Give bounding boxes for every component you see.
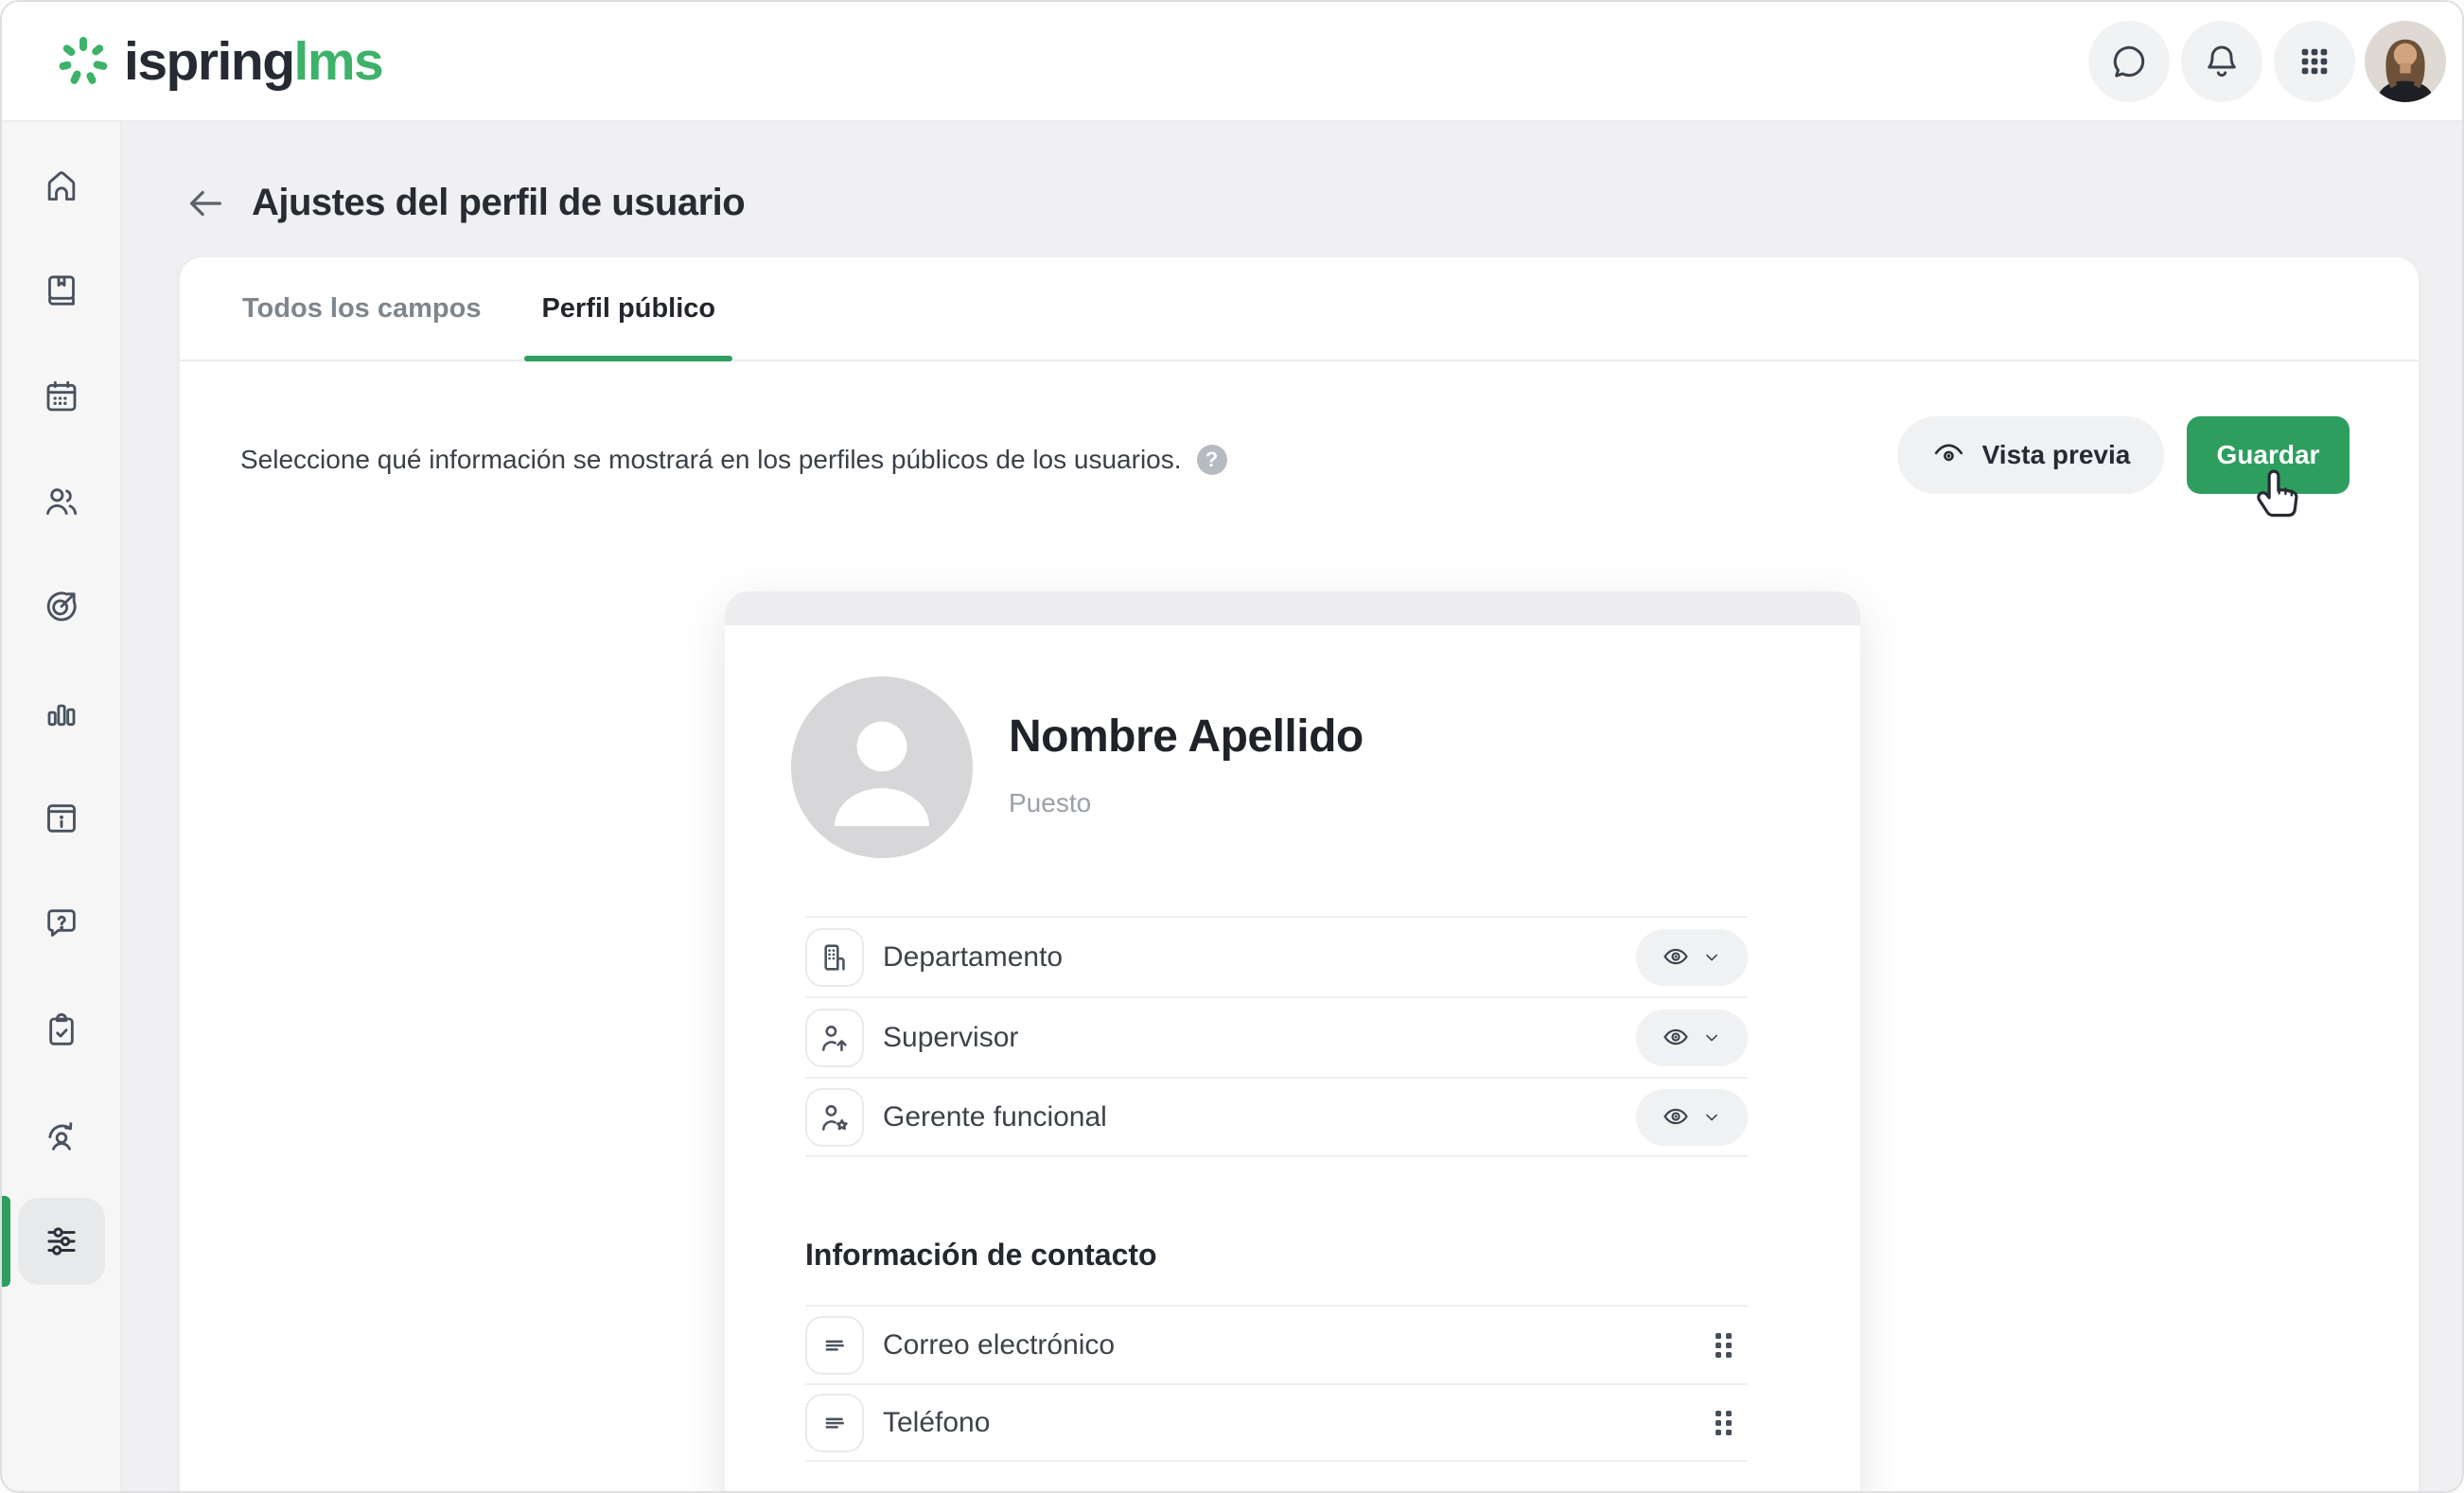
- eye-preview-icon: [1931, 438, 1965, 472]
- text-lines-icon: [805, 1394, 864, 1452]
- sidebar-item-home[interactable]: [43, 167, 80, 204]
- eye-icon: [1662, 1103, 1690, 1132]
- description-text: Seleccione qué información se mostrará e…: [240, 445, 1182, 475]
- field-label: Departamento: [883, 941, 1063, 974]
- eye-icon: [1662, 943, 1690, 972]
- book-icon: [43, 272, 80, 309]
- person-arrow-up-icon: [805, 1009, 864, 1067]
- profile-card-header-strip: [725, 591, 1860, 625]
- drag-handle[interactable]: [1712, 1328, 1736, 1362]
- save-button[interactable]: Guardar: [2187, 416, 2350, 494]
- user-avatar[interactable]: [2365, 21, 2446, 102]
- visibility-dropdown[interactable]: [1636, 929, 1748, 986]
- field-row-correo: Correo electrónico: [805, 1305, 1748, 1383]
- building-icon: [805, 928, 864, 987]
- field-row-gerente-funcional: Gerente funcional: [805, 1077, 1748, 1157]
- sidebar-item-calendar[interactable]: [43, 378, 80, 415]
- page-title: Ajustes del perfil de usuario: [252, 182, 745, 224]
- back-button[interactable]: [184, 182, 227, 225]
- field-label: Gerente funcional: [883, 1101, 1107, 1133]
- chevron-down-icon: [1701, 1107, 1722, 1128]
- brand-product: lms: [294, 31, 383, 92]
- home-icon: [43, 167, 80, 204]
- profile-preview-card: Nombre Apellido Puesto Departamento: [725, 591, 1860, 1493]
- text-lines-icon: [805, 1316, 864, 1375]
- person-sync-icon: [43, 1116, 80, 1154]
- clipboard-check-icon: [43, 1011, 80, 1049]
- bar-chart-icon: [43, 693, 80, 730]
- person-silhouette-icon: [791, 676, 973, 858]
- sidebar-item-goals[interactable]: [43, 588, 80, 625]
- drag-handle[interactable]: [1712, 1406, 1736, 1440]
- contact-section-title: Información de contacto: [805, 1238, 1157, 1273]
- sidebar-item-settings[interactable]: [18, 1198, 105, 1285]
- preview-button[interactable]: Vista previa: [1897, 416, 2164, 494]
- calendar-icon: [43, 378, 80, 415]
- sidebar-item-360[interactable]: [43, 1116, 80, 1154]
- chevron-down-icon: [1701, 947, 1722, 968]
- apps-button[interactable]: [2274, 21, 2355, 102]
- preview-button-label: Vista previa: [1982, 440, 2131, 470]
- profile-name: Nombre Apellido: [1009, 711, 1364, 763]
- settings-panel: Todos los campos Perfil público Seleccio…: [180, 257, 2419, 1493]
- sidebar: [2, 122, 122, 1491]
- top-header: ispringlms: [2, 2, 2462, 122]
- ispring-burst-icon: [56, 34, 111, 89]
- avatar-placeholder: [791, 676, 973, 858]
- visibility-dropdown[interactable]: [1636, 1089, 1748, 1146]
- brand-name: ispringlms: [124, 30, 382, 93]
- field-row-telefono: Teléfono: [805, 1383, 1748, 1462]
- avatar-photo: [2365, 21, 2446, 102]
- profile-position: Puesto: [1009, 788, 1091, 818]
- target-icon: [43, 588, 80, 625]
- sidebar-item-news[interactable]: [43, 799, 80, 837]
- person-star-icon: [805, 1088, 864, 1147]
- field-label: Supervisor: [883, 1022, 1018, 1054]
- description-row: Seleccione qué información se mostrará e…: [240, 445, 1227, 475]
- help-bubble-icon: [43, 905, 80, 942]
- active-item-indicator: [2, 1196, 10, 1287]
- brand-logo[interactable]: ispringlms: [56, 2, 382, 120]
- tab-all-fields[interactable]: Todos los campos: [242, 257, 481, 360]
- tab-bar: Todos los campos Perfil público: [180, 257, 2419, 361]
- field-label: Correo electrónico: [883, 1329, 1115, 1361]
- contact-fields-list: Correo electrónico: [805, 1305, 1748, 1462]
- apps-grid-icon: [2295, 42, 2334, 81]
- notifications-button[interactable]: [2181, 21, 2262, 102]
- arrow-left-icon: [184, 182, 227, 225]
- sidebar-item-courses[interactable]: [43, 272, 80, 309]
- settings-sliders-icon: [42, 1221, 81, 1261]
- field-row-supervisor: Supervisor: [805, 996, 1748, 1077]
- tab-public-profile[interactable]: Perfil público: [541, 257, 715, 360]
- help-icon[interactable]: ?: [1197, 445, 1227, 475]
- eye-icon: [1662, 1024, 1690, 1052]
- profile-fields-list: Departamento: [805, 916, 1748, 1157]
- sidebar-item-tasks[interactable]: [43, 1011, 80, 1049]
- info-board-icon: [43, 799, 80, 837]
- bell-icon: [2202, 42, 2242, 81]
- users-icon: [43, 483, 80, 520]
- chevron-down-icon: [1701, 1028, 1722, 1048]
- sidebar-item-help[interactable]: [43, 905, 80, 942]
- chat-button[interactable]: [2088, 21, 2170, 102]
- save-button-label: Guardar: [2217, 440, 2320, 470]
- field-row-departamento: Departamento: [805, 916, 1748, 996]
- app-window: ispringlms: [0, 0, 2464, 1493]
- visibility-dropdown[interactable]: [1636, 1010, 1748, 1066]
- sidebar-item-reports[interactable]: [43, 693, 80, 730]
- chat-icon: [2109, 42, 2149, 81]
- field-label: Teléfono: [883, 1407, 990, 1439]
- sidebar-item-users[interactable]: [43, 483, 80, 520]
